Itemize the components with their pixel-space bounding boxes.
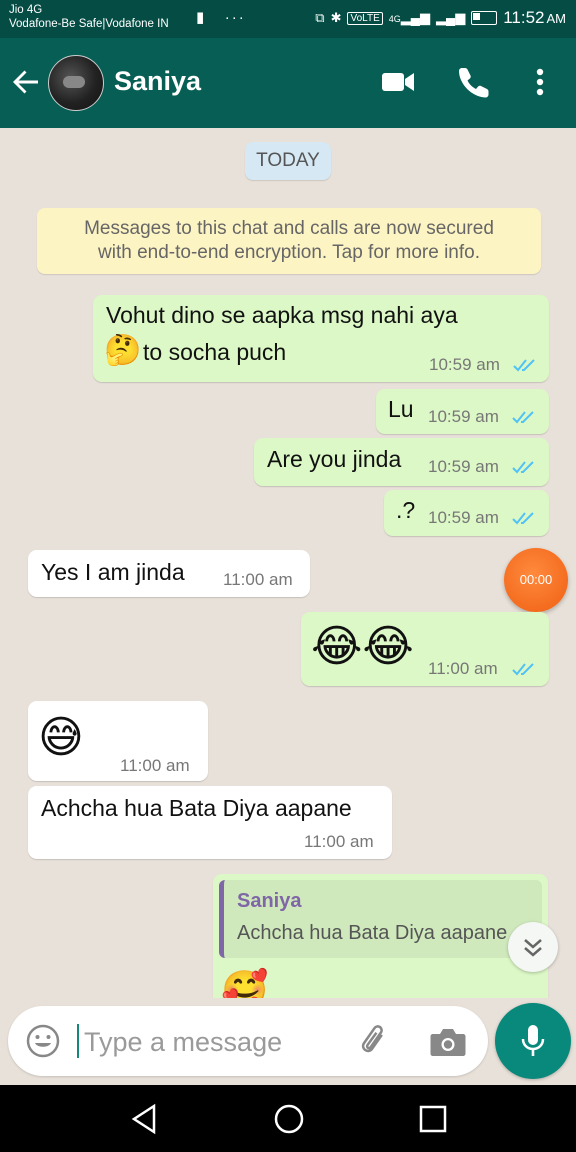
message-time: 11:00 am xyxy=(428,659,498,678)
message-bubble-outgoing[interactable]: 😂😂 11:00 am xyxy=(301,612,549,686)
scroll-to-bottom-button[interactable] xyxy=(508,922,558,972)
video-call-icon[interactable] xyxy=(380,64,416,100)
sim-card-icon: ▮ xyxy=(196,9,207,26)
message-text: .? xyxy=(396,497,416,523)
message-text: to socha puch xyxy=(143,339,287,365)
recent-apps-square-icon[interactable] xyxy=(416,1102,450,1136)
message-bubble-outgoing[interactable]: Vohut dino se aapka msg nahi aya 🤔 to so… xyxy=(93,295,549,382)
chat-header: Saniya xyxy=(0,38,576,128)
message-bubble-outgoing[interactable]: Are you jinda 10:59 am xyxy=(254,438,549,486)
clock-time: 11:52 xyxy=(503,8,545,27)
home-circle-icon[interactable] xyxy=(272,1102,306,1136)
message-bubble-incoming[interactable]: 😅 11:00 am xyxy=(28,701,208,781)
microphone-icon xyxy=(521,1025,545,1056)
clock-ampm: AM xyxy=(546,10,567,26)
read-receipt-icon xyxy=(512,461,534,474)
quoted-sender-name: Saniya xyxy=(237,890,302,912)
message-composer xyxy=(8,1006,488,1076)
volte-badge: VoLTE xyxy=(347,11,383,25)
grinning-sweat-emoji: 😅 xyxy=(38,713,84,762)
message-time: 11:00 am xyxy=(304,832,374,851)
carrier-2: Vodafone-Be Safe|Vodafone IN xyxy=(9,18,169,30)
message-time: 10:59 am xyxy=(428,457,499,476)
status-icons: ⧉ ✱ VoLTE 4G▂▄▆ ▂▄▆ 11:52 AM xyxy=(315,8,566,28)
double-chevron-down-icon xyxy=(524,939,542,957)
text-cursor xyxy=(77,1024,79,1058)
back-arrow-icon[interactable] xyxy=(10,66,42,98)
message-time: 11:00 am xyxy=(223,570,293,589)
read-receipt-icon xyxy=(512,512,534,525)
network-4g-label: 4G xyxy=(388,14,401,24)
message-text: Achcha hua Bata Diya aapane xyxy=(41,795,352,821)
encryption-notice-line1: Messages to this chat and calls are now … xyxy=(84,218,494,239)
message-text: Lu xyxy=(388,396,414,422)
signal-4g-icon: 4G▂▄▆ xyxy=(388,10,430,25)
read-receipt-icon xyxy=(512,663,534,676)
battery-icon xyxy=(471,11,498,25)
message-time: 10:59 am xyxy=(428,407,499,426)
laughing-tears-emoji: 😂😂 xyxy=(311,622,414,671)
contact-avatar[interactable] xyxy=(48,55,104,111)
system-navigation-bar xyxy=(0,1085,576,1152)
message-bubble-incoming[interactable]: Achcha hua Bata Diya aapane 11:00 am xyxy=(28,786,392,859)
quoted-message-text: Achcha hua Bata Diya aapane xyxy=(237,922,508,944)
paperclip-icon[interactable] xyxy=(358,1024,394,1060)
back-triangle-icon[interactable] xyxy=(128,1102,162,1136)
camera-icon[interactable] xyxy=(429,1025,467,1059)
message-list[interactable]: TODAY Messages to this chat and calls ar… xyxy=(0,128,576,998)
carrier-info: Jio 4G Vodafone-Be Safe|Vodafone IN xyxy=(9,3,169,31)
more-options-icon[interactable] xyxy=(526,64,554,100)
more-notifications-icon: ··· xyxy=(212,9,246,26)
encryption-notice[interactable]: Messages to this chat and calls are now … xyxy=(37,208,541,274)
thinking-face-emoji: 🤔 xyxy=(104,334,142,367)
status-bar: Jio 4G Vodafone-Be Safe|Vodafone IN ▮ ··… xyxy=(0,0,576,38)
message-text: Vohut dino se aapka msg nahi aya xyxy=(106,302,458,328)
message-bubble-incoming[interactable]: Yes I am jinda 11:00 am xyxy=(28,550,310,597)
contact-name[interactable]: Saniya xyxy=(114,66,201,97)
message-bubble-outgoing[interactable]: Saniya Achcha hua Bata Diya aapane 🥰 xyxy=(213,874,548,998)
message-input[interactable] xyxy=(82,1020,356,1064)
message-time: 11:00 am xyxy=(120,756,190,775)
message-bubble-outgoing[interactable]: Lu 10:59 am xyxy=(376,389,549,434)
quoted-reply[interactable]: Saniya Achcha hua Bata Diya aapane xyxy=(219,880,542,958)
message-bubble-outgoing[interactable]: .? 10:59 am xyxy=(384,490,549,536)
emoji-icon[interactable] xyxy=(25,1023,61,1059)
signal-icon: ▂▄▆ xyxy=(436,10,466,25)
date-divider: TODAY xyxy=(245,142,331,180)
read-receipt-icon xyxy=(513,359,535,372)
bluetooth-icon: ✱ xyxy=(330,10,342,25)
smiling-hearts-emoji: 🥰 xyxy=(221,970,269,998)
voice-call-icon[interactable] xyxy=(456,64,492,100)
message-text: Are you jinda xyxy=(267,446,402,472)
voice-message-button[interactable] xyxy=(495,1003,571,1079)
recording-timer-bubble[interactable]: 00:00 xyxy=(504,548,568,612)
message-time: 10:59 am xyxy=(428,508,499,527)
read-receipt-icon xyxy=(512,411,534,424)
cast-icon: ⧉ xyxy=(315,10,325,25)
encryption-notice-line2: with end-to-end encryption. Tap for more… xyxy=(98,242,480,263)
message-time: 10:59 am xyxy=(429,355,500,374)
notification-icons: ▮ ··· xyxy=(196,8,246,26)
carrier-1: Jio 4G xyxy=(9,4,43,16)
message-text: Yes I am jinda xyxy=(41,559,185,585)
